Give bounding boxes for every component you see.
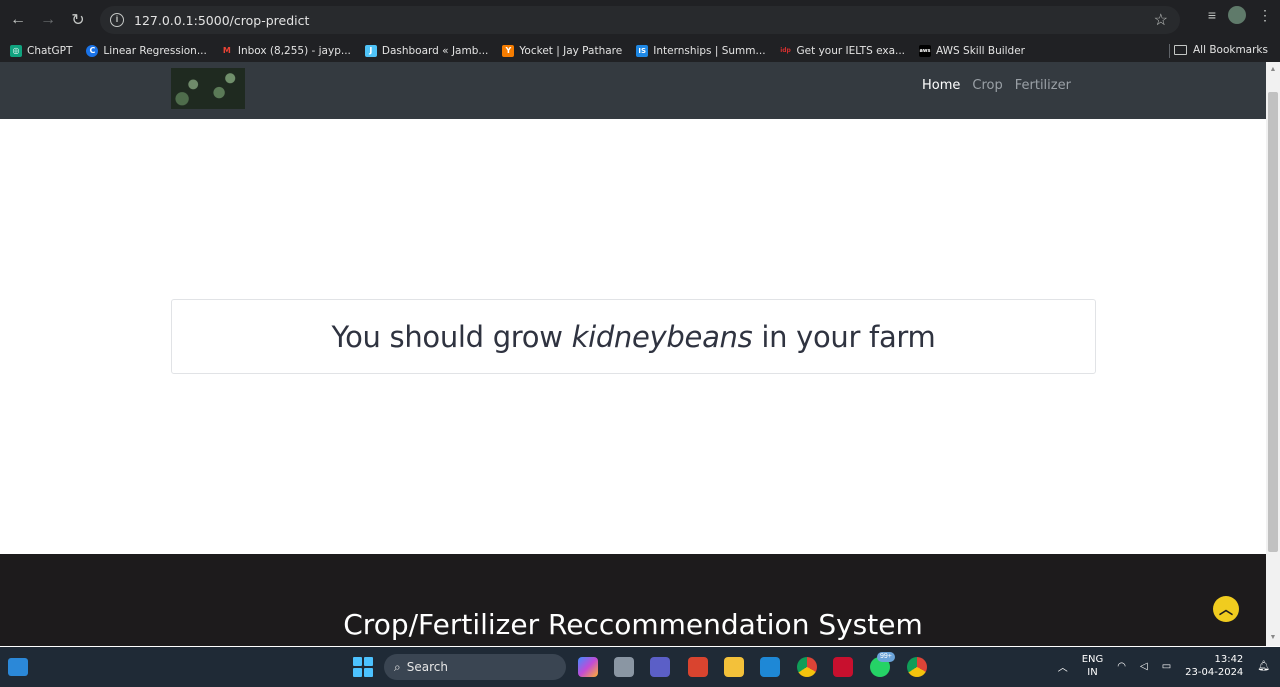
copilot-icon[interactable] xyxy=(578,657,598,677)
bookmark-item[interactable]: IS Internships | Summ... xyxy=(636,45,766,57)
reload-icon[interactable]: ↻ xyxy=(63,5,93,35)
prediction-result-text: You should grow kidneybeans in your farm xyxy=(331,319,936,354)
nav-home-link[interactable]: Home xyxy=(922,78,960,93)
bookmark-item[interactable]: M Inbox (8,255) - jayp... xyxy=(221,45,351,57)
bookmark-star-icon[interactable]: ☆ xyxy=(1154,10,1168,30)
site-info-icon[interactable]: i xyxy=(110,13,124,27)
scrollbar-thumb[interactable] xyxy=(1268,92,1278,552)
chrome-icon[interactable] xyxy=(797,657,817,677)
teams-icon[interactable] xyxy=(650,657,670,677)
forward-arrow-icon[interactable]: → xyxy=(33,5,63,35)
bookmark-item[interactable]: ◎ ChatGPT xyxy=(10,45,72,57)
scroll-up-arrow-icon[interactable]: ▲ xyxy=(1266,64,1280,76)
prediction-result-card: You should grow kidneybeans in your farm xyxy=(171,299,1096,374)
notification-bell-icon[interactable]: 🔔︎ xyxy=(1257,661,1270,672)
battery-icon[interactable]: ▭ xyxy=(1162,661,1171,672)
chevron-up-icon: ︿ xyxy=(1219,601,1233,617)
scroll-down-arrow-icon[interactable]: ▼ xyxy=(1266,632,1280,644)
file-explorer-icon[interactable] xyxy=(724,657,744,677)
mysql-workbench-icon[interactable] xyxy=(833,657,853,677)
tray-overflow-chevron-icon[interactable]: ︿ xyxy=(1058,659,1068,674)
volume-icon[interactable]: ◁ xyxy=(1140,661,1148,672)
idp-icon: idp xyxy=(780,47,791,54)
language-indicator[interactable]: ENG IN xyxy=(1082,653,1104,679)
windows-taskbar: ⌕ Search 99+ ︿ ENG IN ◠ ◁ ▭ 13:42 23-04-… xyxy=(0,647,1280,687)
yocket-icon: Y xyxy=(502,45,515,57)
folder-icon xyxy=(1173,45,1187,55)
scroll-to-top-button[interactable]: ︿ xyxy=(1213,596,1239,622)
search-icon: ⌕ xyxy=(394,659,401,674)
predicted-crop: kidneybeans xyxy=(571,319,753,354)
task-view-icon[interactable] xyxy=(614,657,634,677)
site-logo[interactable] xyxy=(171,68,245,109)
bookmark-item[interactable]: J Dashboard « Jamb... xyxy=(364,45,488,57)
bookmarks-divider xyxy=(1169,44,1170,58)
bookmark-item[interactable]: idp Get your IELTS exa... xyxy=(780,45,905,57)
bookmark-item[interactable]: Y Yocket | Jay Pathare xyxy=(502,45,622,57)
all-bookmarks-button[interactable]: All Bookmarks xyxy=(1173,44,1268,56)
url-text[interactable]: 127.0.0.1:5000/crop-predict xyxy=(134,13,309,28)
wps-office-icon[interactable] xyxy=(688,657,708,677)
jamboard-icon: J xyxy=(364,45,377,57)
site-navbar: Home Crop Fertilizer xyxy=(0,62,1266,119)
internshala-icon: IS xyxy=(636,45,649,57)
nav-crop-link[interactable]: Crop xyxy=(972,78,1002,93)
bookmarks-bar: ◎ ChatGPT C Linear Regression... M Inbox (8… xyxy=(0,40,1280,62)
page-scrollbar[interactable]: ▲ ▼ xyxy=(1266,62,1280,646)
media-control-icon[interactable]: ≡ xyxy=(1208,7,1216,23)
taskbar-search-box[interactable]: ⌕ Search xyxy=(384,654,566,680)
address-bar[interactable]: i 127.0.0.1:5000/crop-predict ☆ xyxy=(100,6,1180,34)
gmail-icon: M xyxy=(222,46,231,55)
wifi-icon[interactable]: ◠ xyxy=(1117,661,1126,672)
bookmark-item[interactable]: aws AWS Skill Builder xyxy=(919,45,1025,57)
page-content: Home Crop Fertilizer You should grow kid… xyxy=(0,62,1266,646)
profile-avatar[interactable] xyxy=(1228,6,1246,24)
menu-kebab-icon[interactable]: ⋮ xyxy=(1258,7,1272,24)
chrome-active-icon[interactable] xyxy=(907,657,927,677)
coursera-icon: C xyxy=(86,45,99,57)
back-arrow-icon[interactable]: ← xyxy=(3,5,33,35)
widgets-icon[interactable] xyxy=(8,658,28,676)
nav-fertilizer-link[interactable]: Fertilizer xyxy=(1015,78,1071,93)
site-footer: Crop/Fertilizer Reccommendation System xyxy=(0,554,1266,646)
clock[interactable]: 13:42 23-04-2024 xyxy=(1185,653,1243,679)
bookmark-item[interactable]: C Linear Regression... xyxy=(86,45,207,57)
chatgpt-icon: ◎ xyxy=(10,45,22,57)
notification-badge: 99+ xyxy=(877,652,895,662)
footer-title: Crop/Fertilizer Reccommendation System xyxy=(343,608,923,641)
browser-toolbar: ← → ↻ i 127.0.0.1:5000/crop-predict ☆ ≡ … xyxy=(0,0,1280,40)
vscode-icon[interactable] xyxy=(760,657,780,677)
windows-start-icon[interactable] xyxy=(353,657,373,677)
aws-icon: aws xyxy=(919,45,932,57)
